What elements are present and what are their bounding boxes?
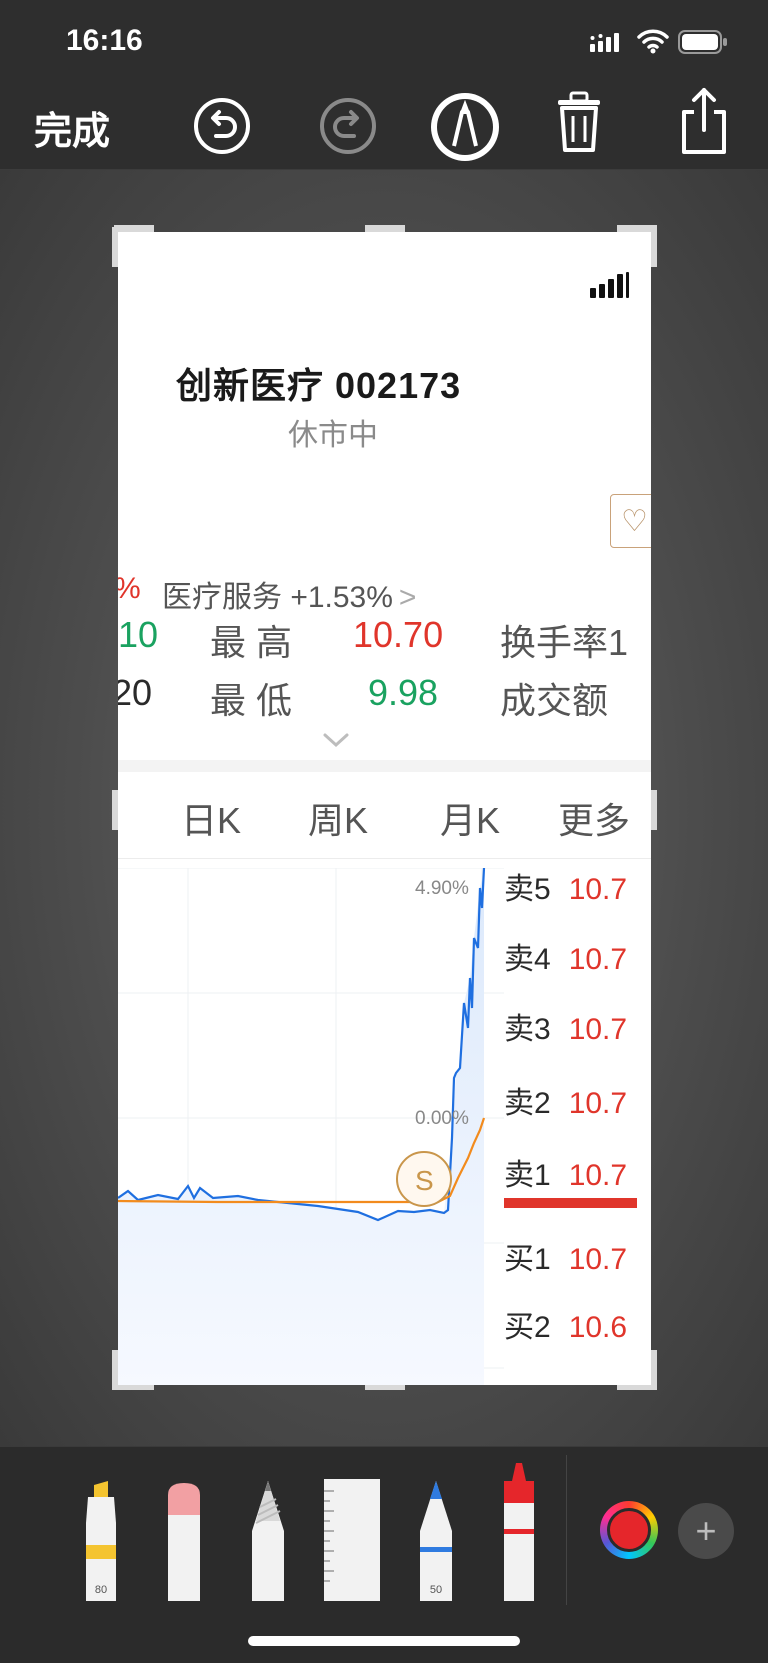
cellular-signal-icon	[590, 33, 619, 52]
order-row-sell4: 卖4 10.7	[504, 943, 628, 976]
tab-week-k: 周K	[308, 800, 369, 841]
turnover-label: 换手率1	[500, 622, 629, 663]
wifi-icon	[637, 29, 669, 54]
order-row-sell3: 卖3 10.7	[504, 1013, 628, 1046]
color-picker-button[interactable]	[600, 1501, 658, 1559]
tab-divider	[118, 858, 651, 859]
favorite-button: ♡	[610, 494, 651, 548]
market-status: 休市中	[288, 419, 378, 452]
undo-icon[interactable]	[192, 96, 252, 156]
left-value-2: 20	[118, 672, 153, 713]
high-value: 10.70	[353, 614, 444, 655]
highlighter-size-badge: 80	[95, 1584, 107, 1596]
chart-label-top: 4.90%	[415, 878, 469, 899]
trash-icon[interactable]	[552, 90, 606, 156]
pen-size-badge: 50	[430, 1584, 442, 1596]
tray-divider	[566, 1455, 567, 1605]
tab-month-k: 月K	[440, 800, 501, 841]
selected-color-swatch	[607, 1508, 651, 1552]
tool-tray: 80 50 +	[0, 1446, 768, 1663]
stock-title: 创新医疗 002173	[176, 365, 462, 406]
screenshot-signal-icon	[590, 272, 629, 298]
home-indicator[interactable]	[248, 1636, 520, 1646]
low-value: 9.98	[368, 672, 439, 713]
low-label: 最 低	[210, 680, 293, 721]
battery-icon	[678, 30, 727, 54]
status-time: 16:16	[66, 24, 143, 57]
heart-icon: ♡	[621, 505, 648, 538]
sector-text: 医疗服务 +1.53%	[162, 581, 393, 614]
ruler-tool-icon[interactable]	[324, 1477, 380, 1601]
markup-pen-icon[interactable]	[428, 90, 502, 164]
high-label: 最 高	[210, 622, 293, 663]
screenshot-image: 创新医疗 002173 休市中 ♡ % 医疗服务 +1.53%> 10 20 最…	[118, 232, 651, 1385]
chart-label-mid: 0.00%	[415, 1108, 469, 1129]
pencil-tool-icon[interactable]	[250, 1477, 286, 1601]
change-fragment: %	[118, 572, 141, 606]
status-bar: 16:16	[0, 0, 768, 84]
chevron-down-icon	[323, 733, 349, 748]
amount-label: 成交额	[500, 680, 609, 721]
highlighter-tool-icon[interactable]: 80	[82, 1477, 120, 1601]
chevron-right-icon: >	[398, 581, 417, 614]
left-value-1: 10	[118, 614, 159, 655]
order-book: 卖5 10.7 卖4 10.7 卖3 10.7 卖2 10.7 卖1 10.7 买1 10.…	[504, 868, 651, 1385]
sector-label: 医疗服务 +1.53% >	[162, 572, 416, 616]
order-row-sell5: 卖5 10.7	[504, 873, 628, 906]
sell-marker-label: S	[415, 1165, 434, 1196]
add-button[interactable]: +	[678, 1503, 734, 1559]
tab-day-k: 日K	[181, 800, 242, 841]
crayon-tool-icon[interactable]	[500, 1457, 538, 1601]
plus-icon: +	[695, 1510, 717, 1551]
redo-icon[interactable]	[318, 96, 378, 156]
section-gap	[118, 760, 651, 772]
order-row-buy1: 买1 10.7	[504, 1243, 628, 1276]
markup-toolbar: 完成	[0, 84, 768, 170]
eraser-tool-icon[interactable]	[166, 1477, 202, 1601]
order-row-buy2: 买2 10.6	[504, 1311, 628, 1344]
pen-tool-icon[interactable]: 50	[418, 1477, 454, 1601]
tab-more: 更多	[558, 800, 631, 841]
order-row-sell1: 卖1 10.7	[504, 1159, 628, 1192]
intraday-chart: 4.90% 0.00% S	[118, 868, 504, 1385]
done-button[interactable]: 完成	[34, 100, 110, 155]
spread-bar	[504, 1198, 637, 1208]
share-icon[interactable]	[676, 86, 732, 158]
order-row-sell2: 卖2 10.7	[504, 1087, 628, 1120]
